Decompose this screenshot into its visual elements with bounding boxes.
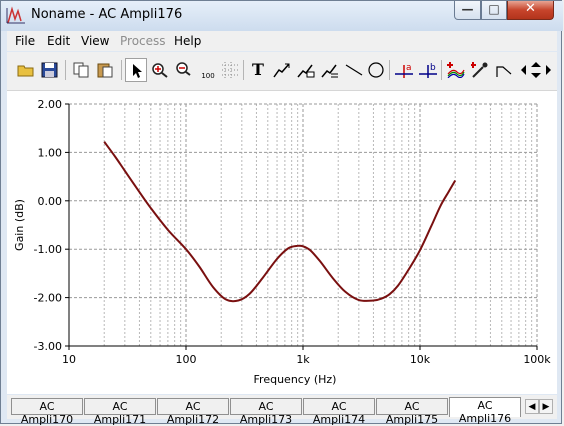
cursor-b-icon: b (419, 63, 437, 78)
comment-icon (297, 64, 315, 78)
maximize-icon: □ (488, 2, 500, 16)
paste-icon (97, 63, 113, 78)
minimize-button[interactable]: — (454, 1, 481, 20)
bode-plot[interactable]: 2.00 1.00 0.00 -1.00 -2.00 -3.0010 100 1k 10k 100… (7, 91, 557, 394)
cursor-b-label: b (430, 63, 436, 73)
toolbar: 100 T a b (7, 52, 557, 91)
grid-icon (222, 62, 238, 78)
move-right-button[interactable] (541, 58, 553, 82)
toolbar-separator (121, 60, 122, 80)
tab-bar: AC Ampli170 AC Ampli171 AC Ampli172 AC A… (7, 395, 557, 426)
copy-icon (73, 62, 89, 78)
pick-curve-icon (471, 62, 488, 78)
line-icon (345, 64, 363, 76)
minimize-icon: — (461, 2, 474, 16)
pen-button[interactable] (493, 58, 515, 82)
toolbar-separator (243, 60, 244, 80)
tab-scroll-left-button[interactable]: ◀ (525, 399, 539, 414)
pen-icon (496, 66, 512, 77)
toolbar-separator (65, 60, 66, 80)
app-icon[interactable] (6, 5, 26, 25)
x-axis-label: Frequency (Hz) (254, 373, 337, 386)
save-icon (41, 62, 58, 78)
right-arrow-icon (546, 65, 551, 75)
open-icon (17, 65, 34, 77)
y-tick-label: 2.00 (38, 98, 63, 111)
add-curve-button[interactable] (445, 58, 467, 82)
zoom-in-icon (152, 63, 168, 78)
menu-help[interactable]: Help (174, 34, 201, 48)
menu-view[interactable]: View (81, 34, 109, 48)
move-vertical-button[interactable] (528, 58, 542, 82)
zoom-100-button[interactable]: 100 (197, 58, 219, 82)
window-title: Noname - AC Ampli176 (31, 7, 183, 22)
comment-button[interactable] (295, 58, 317, 82)
x-tick-label: 10k (410, 353, 431, 366)
title-bar[interactable]: Noname - AC Ampli176 — □ ✕ (1, 1, 563, 31)
circle-icon (368, 62, 384, 78)
label-button[interactable] (319, 58, 341, 82)
toolbar-separator (389, 60, 390, 80)
tab-ac-ampli173[interactable]: AC Ampli173 (230, 398, 302, 426)
add-curve-icon (447, 62, 465, 78)
text-tool-button[interactable]: T (247, 58, 269, 82)
pick-curve-button[interactable] (469, 58, 491, 82)
cursor-a-label: a (406, 63, 412, 73)
line-tool-button[interactable] (343, 58, 365, 82)
x-tick-label: 1k (296, 353, 310, 366)
menu-file[interactable]: File (15, 34, 35, 48)
y-tick-label: -2.00 (34, 292, 62, 305)
x-tick-label: 10 (62, 353, 76, 366)
y-tick-label: -3.00 (34, 340, 62, 353)
close-icon: ✕ (525, 1, 536, 16)
zoom-out-button[interactable] (173, 58, 195, 82)
maximize-button[interactable]: □ (481, 1, 507, 20)
menu-process[interactable]: Process (120, 34, 166, 48)
open-button[interactable] (15, 58, 37, 82)
close-button[interactable]: ✕ (507, 1, 554, 20)
tab-ac-ampli175[interactable]: AC Ampli175 (376, 398, 448, 426)
paste-button[interactable] (95, 58, 117, 82)
pointer-button[interactable] (125, 58, 147, 82)
cursor-a-button[interactable]: a (393, 58, 415, 82)
gain-curve (103, 141, 457, 303)
chart-area[interactable]: 2.00 1.00 0.00 -1.00 -2.00 -3.00 10 100 1k 10k 100… (7, 91, 557, 394)
copy-button[interactable] (71, 58, 93, 82)
menu-bar: File Edit View Process Help (7, 31, 557, 51)
app-window: Noname - AC Ampli176 — □ ✕ File Edit Vie… (0, 0, 563, 426)
pointer-icon (133, 64, 142, 78)
toolbar-separator (441, 60, 442, 80)
save-button[interactable] (39, 58, 61, 82)
y-axis-label: Gain (dB) (13, 199, 26, 251)
y-tick-label: 0.00 (38, 195, 63, 208)
y-tick-label: 1.00 (38, 146, 63, 159)
zoom-out-icon (176, 62, 191, 76)
cursor-a-icon: a (395, 63, 413, 78)
menu-edit[interactable]: Edit (47, 34, 70, 48)
arrow-annotation-icon (273, 63, 290, 78)
x-tick-label: 100 (176, 353, 197, 366)
tab-scroll-right-button[interactable]: ▶ (539, 399, 553, 414)
arrow-annotation-button[interactable] (271, 58, 293, 82)
label-icon (321, 64, 338, 78)
tab-ac-ampli170[interactable]: AC Ampli170 (11, 398, 83, 426)
y-tick-label: -1.00 (34, 243, 62, 256)
tab-ac-ampli172[interactable]: AC Ampli172 (157, 398, 229, 426)
x-tick-label: 100k (523, 353, 551, 366)
zoom-100-label: 100 (201, 72, 215, 80)
tab-ac-ampli174[interactable]: AC Ampli174 (303, 398, 375, 426)
text-icon: T (252, 60, 264, 79)
circle-tool-button[interactable] (365, 58, 387, 82)
zoom-in-button[interactable] (149, 58, 171, 82)
tab-ac-ampli176[interactable]: AC Ampli176 (449, 397, 521, 425)
grid-button[interactable] (219, 58, 241, 82)
tab-ac-ampli171[interactable]: AC Ampli171 (84, 398, 156, 426)
cursor-b-button[interactable]: b (417, 58, 439, 82)
